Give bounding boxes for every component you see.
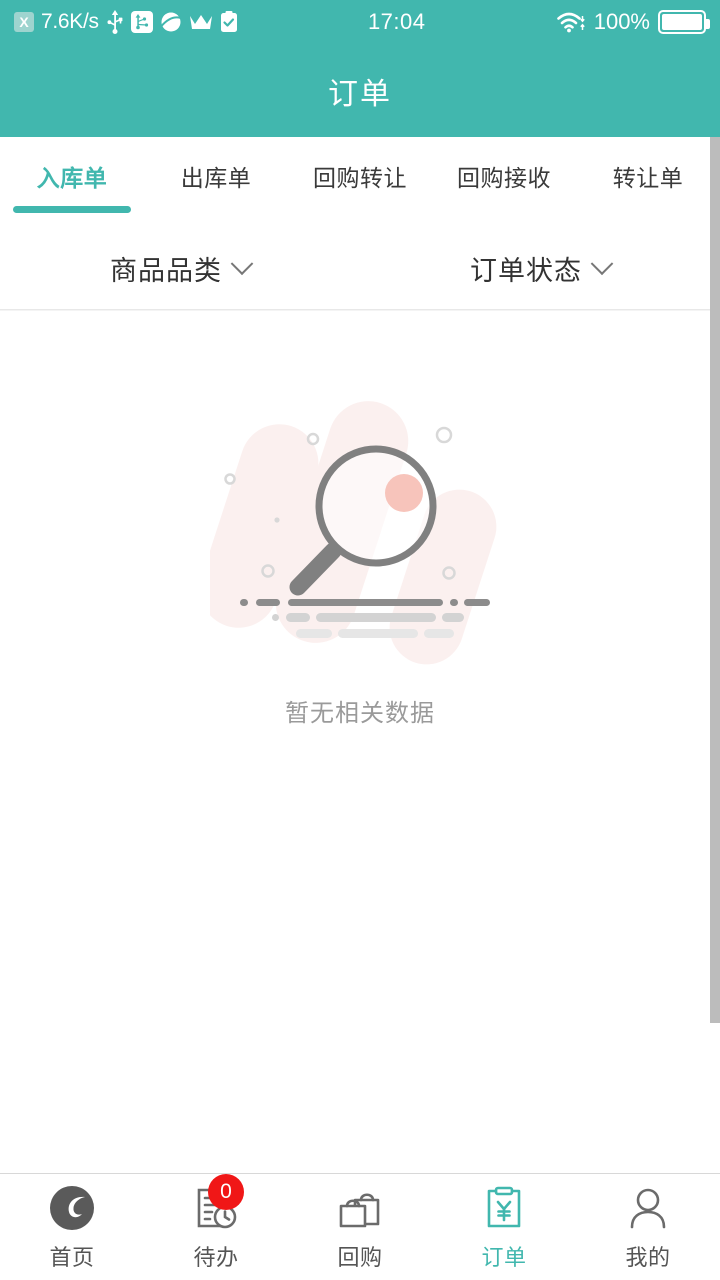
nav-label: 订单	[481, 1245, 527, 1270]
battery-full-icon	[658, 10, 710, 34]
nav-item-todo[interactable]: 0 待办	[144, 1174, 288, 1272]
app-screen: X 7.6K/s 17:04 100% 订单 入库单 出库单 回购转让 回购接收…	[0, 0, 720, 1280]
page-title: 订单	[328, 77, 392, 111]
app-header: 订单	[0, 44, 720, 137]
nav-item-home[interactable]: 首页	[0, 1182, 144, 1272]
status-bar-left: X 7.6K/s	[14, 10, 238, 34]
nav-label: 首页	[49, 1245, 95, 1270]
person-icon	[622, 1182, 674, 1234]
usb-debug-icon	[130, 11, 153, 33]
network-speed-text: 7.6K/s	[41, 10, 99, 33]
nav-item-buyback[interactable]: 回购	[288, 1182, 432, 1272]
order-type-tabs: 入库单 出库单 回购转让 回购接收 转让单	[0, 137, 720, 227]
bottom-navigation: 首页 0 待办 回购 订单 我的	[0, 1173, 720, 1280]
clipboard-check-icon	[220, 11, 238, 33]
filter-order-status[interactable]: 订单状态	[360, 249, 720, 288]
status-bar-clock: 17:04	[367, 9, 426, 34]
planet-icon	[160, 11, 182, 33]
tab-label: 回购转让	[313, 165, 407, 191]
logo-e-icon	[46, 1182, 98, 1234]
tab-buyback-receive[interactable]: 回购接收	[432, 137, 576, 227]
nav-item-profile[interactable]: 我的	[576, 1182, 720, 1272]
shopping-bags-icon	[334, 1182, 386, 1234]
todo-count-badge: 0	[208, 1174, 244, 1210]
tab-label: 入库单	[36, 165, 108, 191]
clipboard-yen-icon	[478, 1182, 530, 1234]
tab-outbound-order[interactable]: 出库单	[144, 137, 288, 227]
chevron-down-icon	[230, 252, 254, 276]
status-bar-center: 17:04	[238, 9, 556, 35]
filter-label: 订单状态	[470, 255, 582, 286]
battery-fill	[662, 14, 702, 30]
network-x-badge-icon: X	[14, 12, 34, 32]
nav-item-orders[interactable]: 订单	[432, 1182, 576, 1272]
nav-label: 待办	[193, 1245, 239, 1270]
status-bar: X 7.6K/s 17:04 100%	[0, 0, 720, 44]
empty-state: 暂无相关数据	[0, 391, 720, 728]
vertical-scrollbar[interactable]	[710, 137, 720, 1023]
status-bar-right: 100%	[556, 9, 710, 35]
tab-transfer-order[interactable]: 转让单	[576, 137, 720, 227]
chevron-down-icon	[590, 252, 614, 276]
filter-bar: 商品品类 订单状态	[0, 227, 720, 310]
battery-percent-text: 100%	[593, 9, 650, 34]
tab-label: 出库单	[180, 165, 252, 191]
doc-clock-icon: 0	[190, 1174, 244, 1234]
empty-state-message: 暂无相关数据	[285, 700, 435, 727]
nav-label: 回购	[337, 1245, 383, 1270]
nav-label: 我的	[625, 1245, 671, 1270]
magnifier-no-data-illustration	[210, 401, 497, 665]
usb-icon	[106, 10, 124, 34]
tab-inbound-order[interactable]: 入库单	[0, 137, 144, 227]
tab-buyback-transfer[interactable]: 回购转让	[288, 137, 432, 227]
order-list-content: 暂无相关数据	[0, 311, 720, 1173]
tab-active-indicator	[13, 206, 131, 213]
tab-label: 回购接收	[457, 165, 551, 191]
filter-product-category[interactable]: 商品品类	[0, 249, 360, 288]
crown-icon	[189, 13, 213, 31]
tab-label: 转让单	[612, 165, 684, 191]
wifi-icon	[556, 10, 586, 34]
filter-label: 商品品类	[110, 255, 222, 286]
